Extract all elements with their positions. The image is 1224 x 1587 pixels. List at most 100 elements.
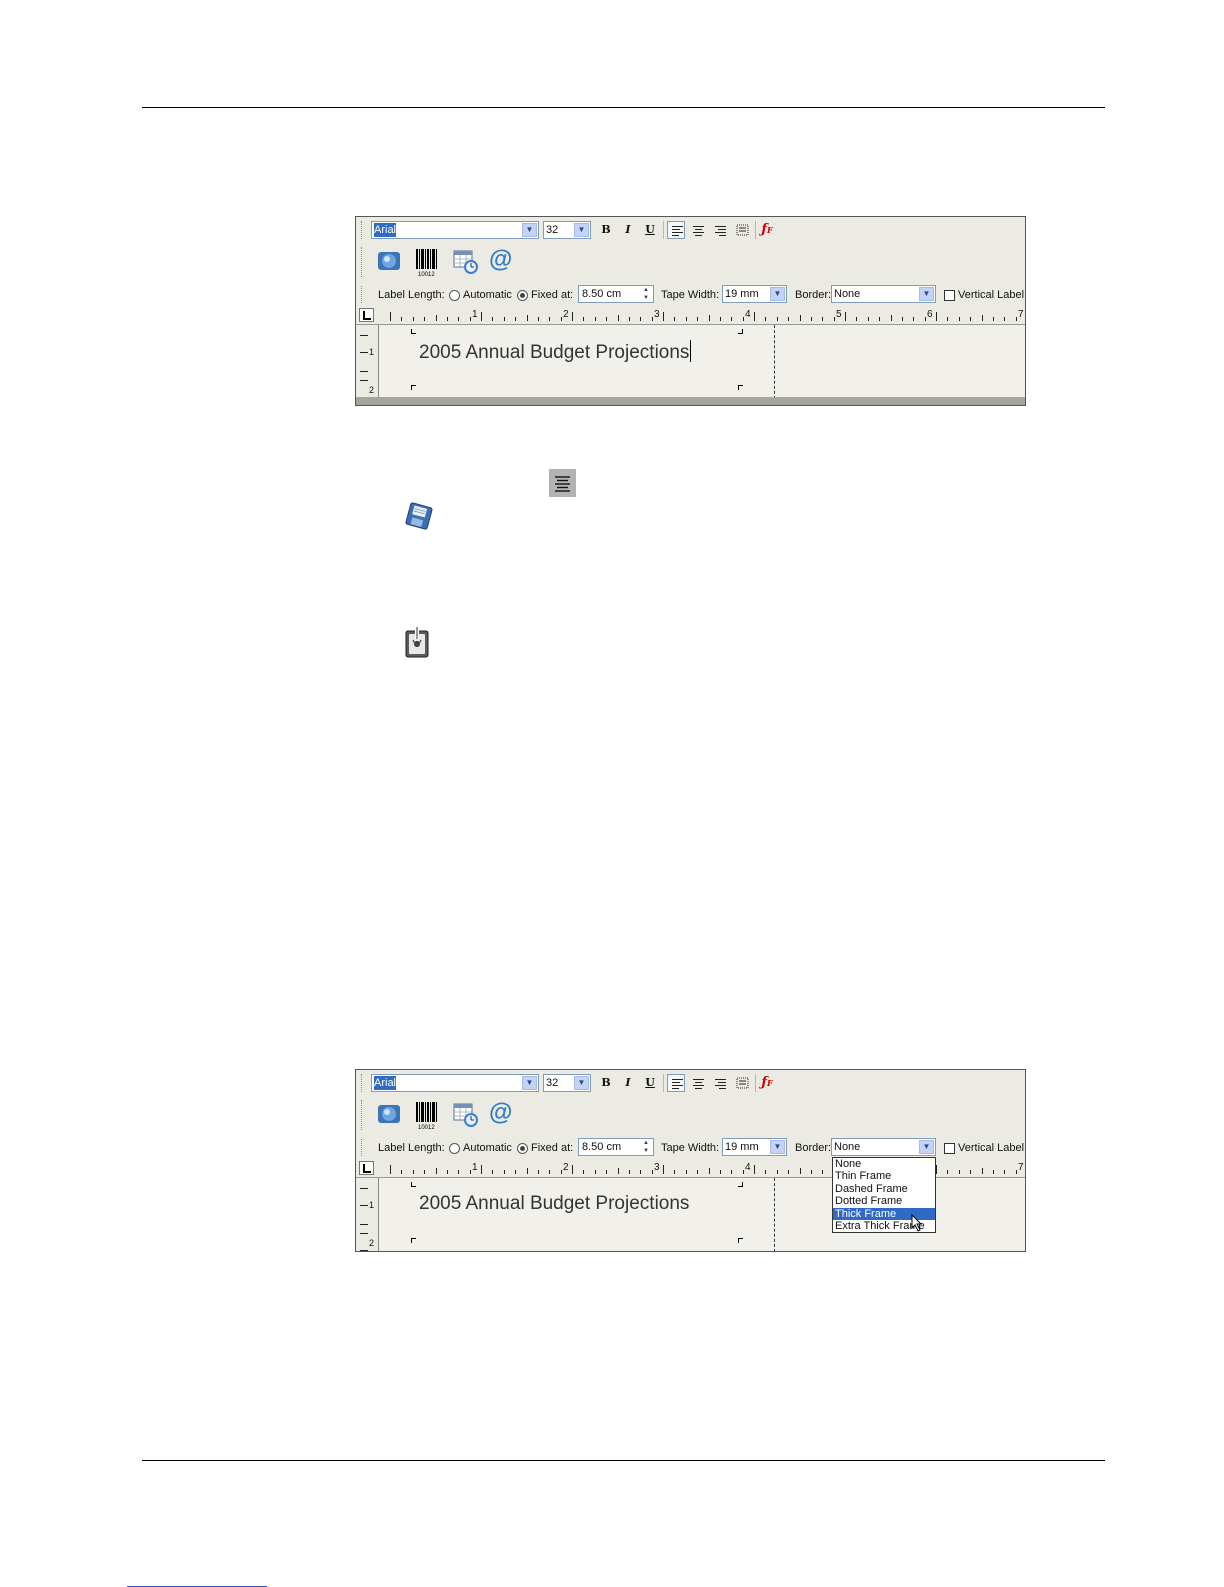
bold-button[interactable]: B	[597, 221, 615, 239]
ruler-tick	[799, 315, 801, 321]
label-text[interactable]: 2005 Annual Budget Projections	[419, 340, 692, 364]
automatic-radio[interactable]	[449, 1143, 460, 1154]
italic-button[interactable]: I	[619, 1074, 637, 1092]
label-canvas[interactable]: 2005 Annual Budget Projections	[379, 325, 1025, 399]
vertical-label-checkbox[interactable]	[944, 1143, 955, 1154]
ruler-tick	[617, 315, 619, 321]
barcode-icon[interactable]: 10012	[414, 1100, 440, 1131]
align-center-button[interactable]	[689, 221, 707, 239]
ruler-tick	[617, 1168, 619, 1174]
dropdown-option[interactable]: Thin Frame	[833, 1170, 935, 1182]
toolbar-separator	[755, 221, 756, 239]
ruler-tick	[390, 1165, 391, 1174]
ruler-tick	[401, 317, 403, 321]
border-combo[interactable]: None ▼	[831, 1138, 936, 1156]
ruler-tick	[708, 315, 710, 321]
bold-button[interactable]: B	[597, 1074, 615, 1092]
ruler-tick	[458, 317, 460, 321]
tab-stop-button[interactable]	[359, 1161, 374, 1175]
justify-button[interactable]	[733, 221, 751, 239]
text-effects-icon[interactable]: ƒF	[758, 1074, 776, 1092]
ruler-tick	[879, 317, 881, 321]
automatic-radio[interactable]	[449, 290, 460, 301]
ruler-number: 3	[654, 309, 660, 320]
vruler-number: 1	[369, 1200, 375, 1210]
toolbar-grip	[361, 221, 365, 239]
fixed-at-radio[interactable]	[517, 290, 528, 301]
ruler-tick	[981, 315, 983, 321]
align-left-button[interactable]	[667, 1074, 685, 1092]
font-size-combo[interactable]: 32 ▼	[543, 1074, 591, 1092]
spinner-arrows-icon[interactable]: ▲ ▼	[640, 286, 652, 302]
ruler-tick	[765, 317, 767, 321]
ruler-tick	[526, 315, 528, 321]
ruler-number: 4	[745, 309, 751, 320]
crop-mark	[411, 1182, 416, 1187]
ruler-number: 4	[745, 1162, 751, 1173]
vertical-label-checkbox[interactable]	[944, 290, 955, 301]
ruler-tick	[469, 317, 471, 321]
border-label: Border:	[795, 289, 832, 301]
tab-stop-button[interactable]	[359, 308, 374, 322]
tape-width-combo[interactable]: 19 mm ▼	[722, 285, 787, 303]
align-center-button[interactable]	[689, 1074, 707, 1092]
ruler-tick	[992, 1170, 994, 1174]
barcode-icon[interactable]: 10012	[414, 247, 440, 278]
align-right-button[interactable]	[711, 1074, 729, 1092]
chevron-down-icon[interactable]: ▼	[522, 223, 537, 237]
dropdown-option[interactable]: None	[833, 1158, 935, 1170]
fixed-length-input[interactable]: 8.50 cm ▲ ▼	[578, 285, 654, 303]
tape-width-combo[interactable]: 19 mm ▼	[722, 1138, 787, 1156]
justify-button[interactable]	[733, 1074, 751, 1092]
align-right-button[interactable]	[711, 221, 729, 239]
at-sign-icon[interactable]: @	[489, 247, 515, 275]
ruler-tick	[492, 1170, 494, 1174]
ruler-tick	[526, 1168, 528, 1174]
ruler-number: 1	[472, 1162, 478, 1173]
fixed-length-input[interactable]: 8.50 cm ▲ ▼	[578, 1138, 654, 1156]
vruler-number: 2	[369, 385, 375, 395]
font-combo[interactable]: Arial ▼	[371, 221, 539, 239]
label-length-label: Label Length:	[378, 289, 445, 301]
date-time-icon[interactable]	[452, 247, 478, 275]
align-left-button[interactable]	[667, 221, 685, 239]
header-rule	[142, 107, 1105, 108]
clip-art-icon[interactable]	[376, 1100, 402, 1128]
underline-button[interactable]: U	[641, 221, 659, 239]
border-value: None	[834, 288, 861, 300]
dropdown-option[interactable]: Dotted Frame	[833, 1195, 935, 1207]
mouse-pointer-icon	[911, 1213, 923, 1232]
chevron-down-icon[interactable]: ▼	[574, 223, 589, 237]
ruler-tick	[663, 1165, 664, 1174]
date-time-icon[interactable]	[452, 1100, 478, 1128]
ruler-number: 3	[654, 1162, 660, 1173]
vruler-number: 2	[369, 1238, 375, 1248]
insert-toolbar: 10012 @	[356, 245, 1025, 281]
underline-button[interactable]: U	[641, 1074, 659, 1092]
ruler-tick	[833, 317, 835, 321]
automatic-label: Automatic	[463, 1142, 512, 1154]
ruler-tick	[970, 317, 972, 321]
chevron-down-icon[interactable]: ▼	[574, 1076, 589, 1090]
clip-art-icon[interactable]	[376, 247, 402, 275]
ruler-tick	[845, 312, 846, 321]
italic-button[interactable]: I	[619, 221, 637, 239]
fixed-at-radio[interactable]	[517, 1143, 528, 1154]
chevron-down-icon[interactable]: ▼	[770, 1140, 785, 1154]
ruler-tick	[401, 1170, 403, 1174]
chevron-down-icon[interactable]: ▼	[919, 287, 934, 301]
chevron-down-icon[interactable]: ▼	[522, 1076, 537, 1090]
border-combo[interactable]: None ▼	[831, 285, 936, 303]
at-sign-icon[interactable]: @	[489, 1100, 515, 1128]
dropdown-option[interactable]: Dashed Frame	[833, 1183, 935, 1195]
font-combo[interactable]: Arial ▼	[371, 1074, 539, 1092]
text-effects-icon[interactable]: ƒF	[758, 221, 776, 239]
spinner-arrows-icon[interactable]: ▲ ▼	[640, 1139, 652, 1155]
toolbar-grip	[361, 247, 365, 277]
label-text[interactable]: 2005 Annual Budget Projections	[419, 1193, 689, 1215]
ruler-tick	[435, 1168, 437, 1174]
chevron-down-icon[interactable]: ▼	[770, 287, 785, 301]
ruler-tick	[481, 1165, 482, 1174]
font-size-combo[interactable]: 32 ▼	[543, 221, 591, 239]
chevron-down-icon[interactable]: ▼	[919, 1140, 934, 1154]
